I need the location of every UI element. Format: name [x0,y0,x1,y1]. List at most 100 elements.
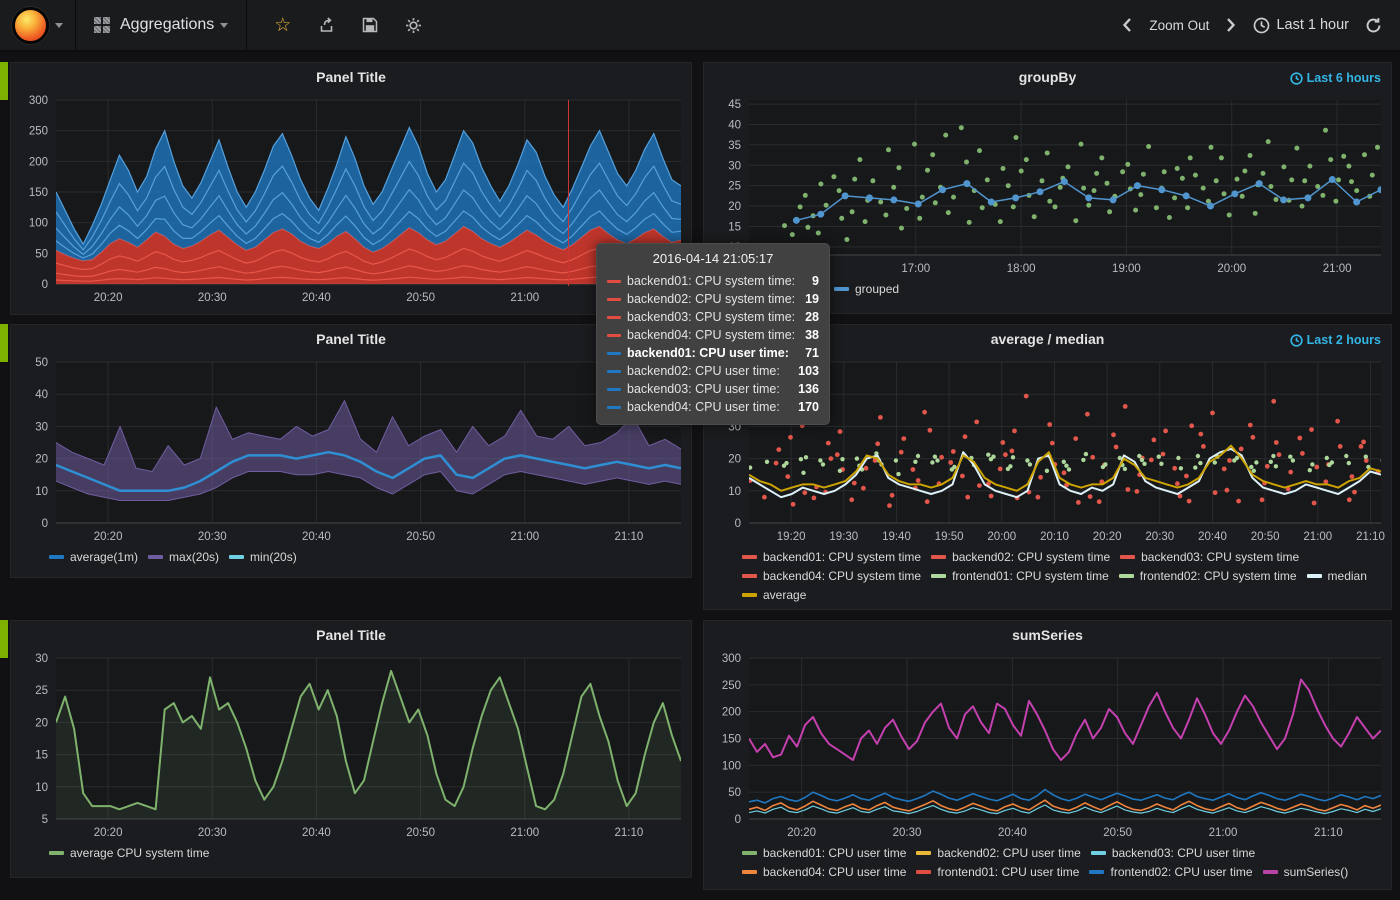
svg-text:200: 200 [29,156,48,168]
legend-item[interactable]: backend02: CPU system time [931,550,1110,564]
panel-title[interactable]: Panel Title [316,69,386,85]
legend-item[interactable]: backend04: CPU system time [742,569,921,583]
dashboard-grid-icon [94,17,110,33]
clock-icon [1290,72,1303,85]
series-color-dash [607,406,621,409]
legend-item[interactable]: backend03: CPU user time [1091,846,1255,860]
tooltip-series-row: backend04: CPU system time: 38 [607,326,819,344]
svg-text:20:20: 20:20 [94,292,123,304]
panel-title[interactable]: groupBy [1019,69,1077,85]
svg-text:15: 15 [35,750,48,762]
series-color-dash [607,334,621,337]
legend-item[interactable]: frontend01: CPU system time [931,569,1109,583]
share-icon[interactable] [318,17,335,34]
legend-item[interactable]: sumSeries() [1263,865,1349,879]
legend-item[interactable]: frontend02: CPU user time [1089,865,1252,879]
top-navbar: Aggregations ☆ Zoom Out Last 1 hour [0,0,1400,52]
crosshair-line [568,100,569,286]
series-label: backend02: CPU user time: [627,364,798,378]
star-icon[interactable]: ☆ [274,16,291,35]
legend-color-dash [916,851,931,855]
svg-text:40: 40 [728,119,741,131]
legend-color-dash [742,851,757,855]
legend-item[interactable]: frontend02: CPU system time [1119,569,1297,583]
svg-text:20: 20 [728,454,741,466]
series-label: backend01: CPU user time: [627,346,805,360]
panel-time-badge[interactable]: Last 2 hours [1290,333,1381,347]
svg-text:19:20: 19:20 [777,531,806,543]
legend-label: backend03: CPU system time [1141,550,1299,564]
legend-item[interactable]: frontend01: CPU user time [916,865,1079,879]
row-handle-3[interactable] [0,620,8,658]
save-icon[interactable] [362,17,378,33]
graph-tooltip: 2016-04-14 21:05:17 backend01: CPU syste… [596,243,830,425]
panel-title[interactable]: sumSeries [1012,627,1083,643]
zoom-out-button[interactable]: Zoom Out [1149,18,1209,33]
svg-text:20:40: 20:40 [998,827,1027,839]
svg-text:0: 0 [735,518,741,530]
panel-legend: average CPU system time [49,846,683,860]
series-label: backend02: CPU system time: [627,292,805,306]
series-label: backend01: CPU system time: [627,274,812,288]
svg-text:19:50: 19:50 [935,531,964,543]
legend-item[interactable]: backend03: CPU system time [1120,550,1299,564]
chevron-right-icon[interactable] [1225,17,1237,33]
legend-item[interactable]: backend04: CPU user time [742,865,906,879]
legend-item[interactable]: median [1307,569,1367,583]
tooltip-series-row: backend03: CPU system time: 28 [607,308,819,326]
legend-item[interactable]: average CPU system time [49,846,209,860]
panel-title[interactable]: average / median [991,331,1105,347]
svg-text:20:40: 20:40 [1198,531,1227,543]
svg-text:20:30: 20:30 [1145,531,1174,543]
row-handle-1[interactable] [0,62,8,100]
legend-label: backend04: CPU system time [763,569,921,583]
stacked-area-chart[interactable]: 05010015020025030020:2020:3020:4020:5021… [11,63,691,314]
legend-label: backend01: CPU system time [763,550,921,564]
chevron-left-icon[interactable] [1121,17,1133,33]
svg-text:0: 0 [42,518,48,530]
dashboard-picker[interactable]: Aggregations [76,0,247,50]
legend-color-dash [742,574,757,578]
legend-item[interactable]: max(20s) [148,550,219,564]
line-chart[interactable]: 5101520253020:2020:3020:4020:5021:0021:1… [11,621,691,877]
row-handle-2[interactable] [0,324,8,362]
grafana-logo-button[interactable] [0,0,76,50]
svg-text:20: 20 [35,717,48,729]
legend-color-dash [931,574,946,578]
svg-text:21:10: 21:10 [1314,827,1343,839]
svg-text:20:50: 20:50 [1251,531,1280,543]
legend-item[interactable]: min(20s) [229,550,297,564]
tooltip-timestamp: 2016-04-14 21:05:17 [607,251,819,272]
legend-item[interactable]: average [742,588,806,602]
svg-text:0: 0 [735,814,741,826]
legend-color-dash [229,555,244,559]
panel-title[interactable]: Panel Title [316,331,386,347]
svg-text:50: 50 [35,357,48,369]
legend-item[interactable]: grouped [834,282,899,296]
panel-legend: backend01: CPU user time backend02: CPU … [742,846,1383,879]
legend-color-dash [1307,574,1322,578]
legend-color-dash [1119,574,1134,578]
panel-title[interactable]: Panel Title [316,627,386,643]
legend-label: min(20s) [250,550,297,564]
gear-icon[interactable] [405,17,422,34]
legend-color-dash [1263,870,1278,874]
legend-item[interactable]: average(1m) [49,550,138,564]
svg-text:50: 50 [35,248,48,260]
refresh-icon[interactable] [1365,17,1382,34]
svg-text:21:00: 21:00 [510,531,539,543]
svg-text:20:40: 20:40 [302,292,331,304]
svg-text:18:00: 18:00 [1007,263,1036,275]
legend-label: max(20s) [169,550,219,564]
legend-item[interactable]: backend01: CPU system time [742,550,921,564]
panel-minmax-avg: Panel Title 0102030405020:2020:3020:4020… [10,324,692,578]
svg-text:20:10: 20:10 [1040,531,1069,543]
panel-time-badge[interactable]: Last 6 hours [1290,71,1381,85]
legend-item[interactable]: backend01: CPU user time [742,846,906,860]
legend-item[interactable]: backend02: CPU user time [916,846,1080,860]
svg-text:250: 250 [722,680,741,692]
series-color-dash [607,352,621,355]
series-value: 71 [805,346,819,360]
band-line-chart[interactable]: 0102030405020:2020:3020:4020:5021:0021:1… [11,325,691,577]
time-picker[interactable]: Last 1 hour [1253,17,1349,34]
